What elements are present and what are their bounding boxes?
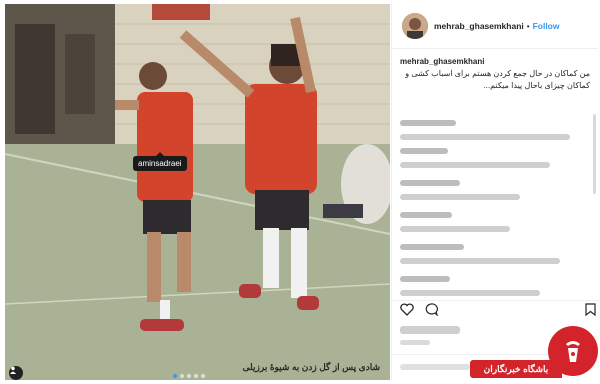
post-photo[interactable]: aminsadraei شادی پس از گل زدن به شیوهٔ ب… (5, 4, 390, 380)
comment-item (400, 134, 570, 140)
header-separator: • (526, 21, 530, 31)
caption-text: من کماکان در حال جمع کردن هستم برای اسبا… (405, 69, 590, 90)
comments-section: mehrab_ghasemkhani من کماکان در حال جمع … (392, 50, 598, 300)
carousel-dot[interactable] (194, 374, 198, 378)
watermark-banner: باشگاه خبرنگاران (470, 360, 562, 378)
comment-item (400, 276, 450, 282)
comments-scrollbar[interactable] (593, 114, 596, 194)
comment-item (400, 212, 452, 218)
likes-count[interactable] (400, 326, 460, 334)
watermark: باشگاه خبرنگاران (470, 326, 598, 382)
carousel-dot[interactable] (173, 374, 177, 378)
bookmark-icon[interactable] (585, 303, 596, 321)
comment-item (400, 120, 456, 126)
carousel-dot[interactable] (201, 374, 205, 378)
instagram-post-frame: aminsadraei شادی پس از گل زدن به شیوهٔ ب… (0, 0, 600, 384)
post-timestamp (400, 340, 430, 345)
heart-icon[interactable] (400, 303, 414, 321)
user-tag-icon[interactable] (9, 366, 23, 380)
post-actions (392, 300, 600, 323)
comment-item (400, 180, 460, 186)
photo-user-tag[interactable]: aminsadraei (133, 152, 187, 171)
carousel-dot[interactable] (187, 374, 191, 378)
post-header: mehrab_ghasemkhani • Follow (392, 4, 598, 49)
post-sidebar: mehrab_ghasemkhani • Follow mehrab_ghase… (391, 4, 600, 380)
photo-illustration (5, 4, 390, 380)
avatar[interactable] (402, 13, 428, 39)
comment-icon[interactable] (424, 303, 439, 321)
comment-item (400, 290, 540, 296)
comment-item (400, 194, 520, 200)
add-comment-placeholder (400, 364, 470, 370)
caption-username[interactable]: mehrab_ghasemkhani (400, 57, 484, 66)
watermark-logo (548, 326, 598, 376)
comment-item (400, 148, 448, 154)
post-username[interactable]: mehrab_ghasemkhani (434, 21, 524, 31)
comment-item (400, 244, 464, 250)
follow-button[interactable]: Follow (533, 21, 560, 31)
comment-item (400, 258, 560, 264)
photo-caption: شادی پس از گل زدن به شیوهٔ برزیلی (242, 362, 380, 372)
comment-item (400, 226, 510, 232)
carousel-dot[interactable] (180, 374, 184, 378)
carousel-indicator (173, 374, 205, 378)
post-caption: mehrab_ghasemkhani من کماکان در حال جمع … (400, 56, 590, 92)
watermark-label: باشگاه خبرنگاران (483, 363, 549, 374)
comment-item (400, 162, 550, 168)
